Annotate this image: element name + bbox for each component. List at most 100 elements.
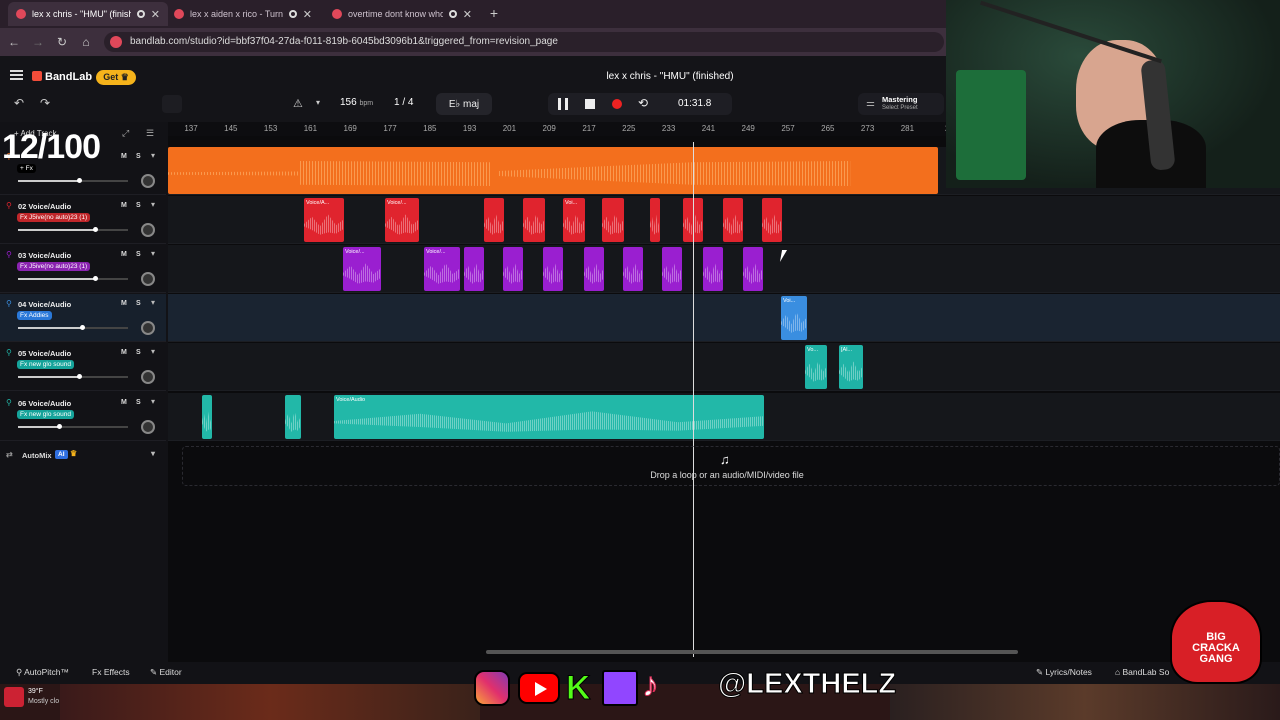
view-toggle-button[interactable] bbox=[162, 95, 182, 113]
redo-icon[interactable]: ↷ bbox=[40, 96, 50, 110]
audio-clip[interactable] bbox=[662, 247, 682, 291]
chevron-down-icon[interactable]: ▾ bbox=[151, 298, 155, 307]
timeline-scrollbar[interactable] bbox=[486, 650, 1018, 654]
audio-clip[interactable]: Voice/A... bbox=[304, 198, 344, 242]
track-name[interactable]: 03 Voice/Audio bbox=[18, 251, 71, 260]
audio-clip[interactable] bbox=[623, 247, 643, 291]
chevron-down-icon[interactable]: ▾ bbox=[316, 98, 320, 107]
mute-button[interactable]: M bbox=[121, 202, 127, 209]
volume-slider[interactable] bbox=[18, 374, 128, 379]
automix-row[interactable]: ⇄ AutoMix AI ♛ ▾ bbox=[0, 446, 168, 464]
effects-button[interactable]: Fx Effects bbox=[92, 667, 130, 677]
audio-clip[interactable] bbox=[762, 198, 782, 242]
volume-slider[interactable] bbox=[18, 178, 128, 183]
mute-button[interactable]: M bbox=[121, 251, 127, 258]
settings-icon[interactable]: ☰ bbox=[146, 128, 154, 139]
pan-knob[interactable] bbox=[141, 370, 155, 384]
track-name[interactable]: 05 Voice/Audio bbox=[18, 349, 71, 358]
track-header-6[interactable]: ⚲ 06 Voice/Audio Fx new glo sound M S ▾ bbox=[0, 393, 166, 441]
audio-clip[interactable] bbox=[523, 198, 545, 242]
lyrics-notes-button[interactable]: ✎ Lyrics/Notes bbox=[1036, 667, 1092, 678]
key-selector[interactable]: E♭ maj bbox=[436, 93, 492, 115]
track-lane-5[interactable]: Vo... [Al... bbox=[168, 343, 1280, 391]
audio-clip[interactable] bbox=[168, 147, 938, 194]
volume-slider[interactable] bbox=[18, 227, 128, 232]
audio-clip[interactable] bbox=[723, 198, 743, 242]
editor-button[interactable]: ✎ Editor bbox=[150, 667, 182, 678]
pan-knob[interactable] bbox=[141, 174, 155, 188]
tool-icon[interactable]: ⤢ bbox=[122, 128, 129, 139]
sounds-button[interactable]: ⌂ BandLab So bbox=[1115, 667, 1169, 677]
track-fx-badge[interactable]: Fx new glo sound bbox=[17, 410, 74, 419]
track-name[interactable]: 06 Voice/Audio bbox=[18, 399, 71, 408]
loop-icon[interactable]: ⟲ bbox=[638, 96, 648, 110]
mute-button[interactable]: M bbox=[121, 300, 127, 307]
pan-knob[interactable] bbox=[141, 223, 155, 237]
audio-clip[interactable]: [Al... bbox=[839, 345, 863, 389]
close-tab-icon[interactable]: ✕ bbox=[463, 8, 472, 21]
tempo-field[interactable]: 156 bpm bbox=[340, 97, 373, 108]
track-lane-2[interactable]: Voice/A... Voice/... Voi... bbox=[168, 196, 1280, 244]
mute-button[interactable]: M bbox=[121, 349, 127, 356]
track-fx-badge[interactable]: Fx new glo sound bbox=[17, 360, 74, 369]
audio-clip[interactable] bbox=[484, 198, 504, 242]
pause-icon[interactable] bbox=[558, 98, 568, 110]
chevron-down-icon[interactable]: ▾ bbox=[151, 200, 155, 209]
get-membership-button[interactable]: Get ♛ bbox=[96, 70, 136, 85]
chevron-down-icon[interactable]: ▾ bbox=[151, 347, 155, 356]
playhead[interactable] bbox=[693, 142, 694, 657]
menu-icon[interactable] bbox=[10, 70, 23, 80]
audio-clip[interactable] bbox=[703, 247, 723, 291]
track-fx-badge[interactable]: Fx J5ive(no auto)23 (1) bbox=[17, 213, 91, 222]
home-icon[interactable]: ⌂ bbox=[78, 34, 94, 50]
solo-button[interactable]: S bbox=[136, 153, 141, 160]
track-lane-6[interactable]: Voice/Audio bbox=[168, 393, 1280, 441]
audio-clip[interactable] bbox=[650, 198, 660, 242]
audio-clip[interactable]: Voi... bbox=[563, 198, 585, 242]
chevron-down-icon[interactable]: ▾ bbox=[151, 151, 155, 160]
pan-knob[interactable] bbox=[141, 321, 155, 335]
pan-knob[interactable] bbox=[141, 420, 155, 434]
back-icon[interactable]: ← bbox=[6, 34, 22, 50]
audio-clip[interactable] bbox=[743, 247, 763, 291]
audio-clip[interactable]: Voice/... bbox=[343, 247, 381, 291]
browser-tab-3[interactable]: overtime dont know who to ✕ bbox=[324, 2, 480, 26]
audio-clip[interactable]: Voice/... bbox=[385, 198, 419, 242]
audio-clip[interactable]: Voice/... bbox=[424, 247, 460, 291]
audio-clip[interactable] bbox=[285, 395, 301, 439]
address-bar[interactable]: bandlab.com/studio?id=bbf37f04-27da-f011… bbox=[104, 32, 944, 52]
track-name[interactable]: 04 Voice/Audio bbox=[18, 300, 71, 309]
audio-clip[interactable] bbox=[543, 247, 563, 291]
track-fx-badge[interactable]: Fx Addies bbox=[17, 311, 52, 320]
browser-tab-2[interactable]: lex x aiden x rico - Turn U U ✕ bbox=[166, 2, 320, 26]
mute-button[interactable]: M bbox=[121, 399, 127, 406]
close-tab-icon[interactable]: ✕ bbox=[151, 8, 160, 21]
browser-tab-1[interactable]: lex x chris - "HMU" (finishe ✕ bbox=[8, 2, 168, 26]
volume-slider[interactable] bbox=[18, 276, 128, 281]
track-name[interactable]: 02 Voice/Audio bbox=[18, 202, 71, 211]
solo-button[interactable]: S bbox=[136, 251, 141, 258]
track-lane-3[interactable]: Voice/... Voice/... bbox=[168, 245, 1280, 293]
solo-button[interactable]: S bbox=[136, 300, 141, 307]
audio-clip[interactable]: Voice/Audio bbox=[334, 395, 764, 439]
track-header-3[interactable]: ⚲ 03 Voice/Audio Fx J5ive(no auto)23 (1) M S… bbox=[0, 245, 166, 293]
track-header-5[interactable]: ⚲ 05 Voice/Audio Fx new glo sound M S ▾ bbox=[0, 343, 166, 391]
mastering-button[interactable]: ⚌ Mastering Select Preset bbox=[858, 93, 944, 115]
project-title[interactable]: lex x chris - "HMU" (finished) bbox=[520, 71, 820, 82]
bandlab-logo[interactable]: BandLab bbox=[32, 71, 92, 83]
mute-button[interactable]: M bbox=[121, 153, 127, 160]
new-tab-icon[interactable]: + bbox=[486, 5, 502, 21]
time-signature[interactable]: 1 / 4 bbox=[394, 97, 413, 108]
chevron-down-icon[interactable]: ▾ bbox=[151, 249, 155, 258]
audio-clip[interactable]: Voi... bbox=[781, 296, 807, 340]
audio-clip[interactable] bbox=[464, 247, 484, 291]
audio-clip[interactable] bbox=[503, 247, 523, 291]
drop-zone[interactable] bbox=[182, 446, 1280, 486]
track-fx-badge[interactable]: Fx J5ive(no auto)23 (1) bbox=[17, 262, 91, 271]
track-header-4[interactable]: ⚲ 04 Voice/Audio Fx Addies M S ▾ bbox=[0, 294, 166, 342]
audio-clip[interactable] bbox=[602, 198, 624, 242]
record-icon[interactable] bbox=[612, 99, 622, 109]
solo-button[interactable]: S bbox=[136, 202, 141, 209]
reload-icon[interactable]: ↻ bbox=[54, 34, 70, 50]
chevron-down-icon[interactable]: ▾ bbox=[151, 449, 155, 458]
